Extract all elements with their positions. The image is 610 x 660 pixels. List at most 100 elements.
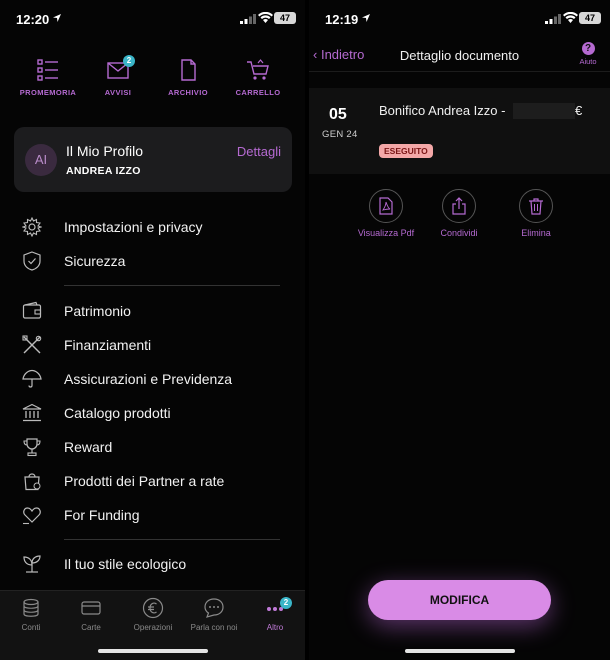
menu-item-label: Il tuo stile ecologico <box>64 556 187 572</box>
tab-carte[interactable]: Carte <box>61 597 121 632</box>
tab-conti[interactable]: Conti <box>1 597 61 632</box>
profile-details-link[interactable]: Dettagli <box>237 144 281 159</box>
share-button[interactable]: Condividi <box>423 189 495 238</box>
leaf-icon <box>23 555 41 573</box>
modifica-button[interactable]: MODIFICA <box>368 580 551 620</box>
location-arrow-icon <box>53 14 61 22</box>
bank-icon <box>22 403 42 422</box>
action-label: Condividi <box>440 228 478 238</box>
action-label: Visualizza Pdf <box>357 228 415 238</box>
menu-item-catalogo[interactable]: Catalogo prodotti <box>14 400 292 426</box>
wifi-icon <box>258 12 273 23</box>
tab-operazioni[interactable]: Operazioni <box>123 597 183 632</box>
tab-altro[interactable]: 2 Altro <box>245 597 305 632</box>
cart-icon <box>247 59 269 80</box>
document-icon <box>181 59 196 81</box>
menu-item-label: Impostazioni e privacy <box>64 219 203 235</box>
document-card: 05 GEN 24 Bonifico Andrea Izzo - € ESEGU… <box>309 88 610 174</box>
document-title: Bonifico Andrea Izzo - <box>379 103 506 118</box>
avatar: AI <box>25 144 57 176</box>
bag-icon <box>24 473 41 491</box>
shortcut-archivio[interactable]: ARCHIVIO <box>153 58 223 97</box>
menu-item-label: Patrimonio <box>64 303 131 319</box>
menu-item-label: Assicurazioni e Previdenza <box>64 371 233 387</box>
help-label: Aiuto <box>579 57 597 66</box>
menu-item-label: Sicurezza <box>64 253 126 269</box>
euro-icon <box>142 597 164 619</box>
chat-icon <box>204 598 224 618</box>
shortcut-label: PROMEMORIA <box>19 88 77 97</box>
menu-divider <box>64 285 280 286</box>
menu-item-funding[interactable]: For Funding <box>14 502 292 528</box>
tab-parla[interactable]: Parla con noi <box>184 597 244 632</box>
trash-icon <box>529 198 543 215</box>
share-icon <box>452 197 466 215</box>
shortcut-avvisi[interactable]: 2 AVVISI <box>83 55 153 97</box>
menu-item-patrimonio[interactable]: Patrimonio <box>14 298 292 324</box>
action-label: Elimina <box>521 228 551 238</box>
location-arrow-icon <box>362 14 370 22</box>
document-day: 05 <box>329 106 347 123</box>
tools-icon <box>22 335 42 354</box>
notification-badge: 2 <box>123 55 135 67</box>
home-indicator <box>97 649 208 653</box>
battery-level: 47 <box>274 12 296 24</box>
menu-item-label: Catalogo prodotti <box>64 405 171 421</box>
menu-item-ecologico[interactable]: Il tuo stile ecologico <box>14 551 292 577</box>
action-circle <box>442 189 476 223</box>
signal-icon <box>545 14 561 24</box>
menu-item-finanziamenti[interactable]: Finanziamenti <box>14 332 292 358</box>
checklist-icon <box>37 59 58 81</box>
document-currency: € <box>575 103 583 118</box>
shortcut-carrello[interactable]: CARRELLO <box>223 58 293 97</box>
shortcut-label: AVVISI <box>104 88 132 97</box>
battery-level: 47 <box>579 12 601 24</box>
umbrella-icon <box>22 369 42 388</box>
action-circle <box>369 189 403 223</box>
help-button[interactable]: ? Aiuto <box>576 42 600 66</box>
left-screen: 12:20 47 PROMEMORIA 2 AVVISI ARCHIVIO CA… <box>0 0 305 660</box>
status-bar: 12:20 47 <box>0 0 305 38</box>
menu-item-sicurezza[interactable]: Sicurezza <box>14 248 292 274</box>
tab-bar: Conti Carte Operazioni Parla con noi 2 A… <box>0 590 305 660</box>
shortcut-label: ARCHIVIO <box>168 88 208 97</box>
action-circle <box>519 189 553 223</box>
signal-icon <box>240 14 256 24</box>
profile-title: Il Mio Profilo <box>66 143 144 159</box>
status-bar: 12:19 47 <box>309 0 610 38</box>
status-time: 12:20 <box>16 12 50 27</box>
menu-item-partner[interactable]: Prodotti dei Partner a rate <box>14 468 292 494</box>
tab-label: Conti <box>21 623 41 632</box>
notification-badge: 2 <box>280 597 292 609</box>
menu-item-label: Finanziamenti <box>64 337 152 353</box>
shortcut-promemoria[interactable]: PROMEMORIA <box>13 58 83 97</box>
home-indicator <box>404 649 515 653</box>
menu-item-impostazioni[interactable]: Impostazioni e privacy <box>14 214 292 240</box>
wallet-icon <box>22 301 42 319</box>
profile-card[interactable]: AI Il Mio Profilo ANDREA IZZO Dettagli <box>14 127 292 192</box>
shield-icon <box>23 251 41 271</box>
right-screen: 12:19 47 ‹ Indietro Dettaglio documento … <box>309 0 610 660</box>
delete-button[interactable]: Elimina <box>500 189 572 238</box>
menu-item-label: Prodotti dei Partner a rate <box>64 473 225 489</box>
profile-name: ANDREA IZZO <box>66 165 141 177</box>
status-badge: ESEGUITO <box>379 144 433 158</box>
status-time: 12:19 <box>325 12 359 27</box>
tab-label: Altro <box>266 623 284 632</box>
pdf-icon <box>379 197 393 215</box>
document-month: GEN 24 <box>322 129 358 140</box>
tab-label: Carte <box>81 623 101 632</box>
menu-item-reward[interactable]: Reward <box>14 434 292 460</box>
coins-icon <box>23 598 39 617</box>
tab-label: Parla con noi <box>190 623 238 632</box>
view-pdf-button[interactable]: Visualizza Pdf <box>350 189 422 238</box>
menu-item-label: Reward <box>64 439 113 455</box>
heart-icon <box>23 507 41 525</box>
gear-icon <box>22 217 42 237</box>
redacted-amount <box>513 103 575 119</box>
menu-item-label: For Funding <box>64 507 140 523</box>
wifi-icon <box>563 12 578 23</box>
card-icon <box>81 601 101 615</box>
page-title: Dettaglio documento <box>399 48 520 63</box>
menu-item-assicurazioni[interactable]: Assicurazioni e Previdenza <box>14 366 292 392</box>
